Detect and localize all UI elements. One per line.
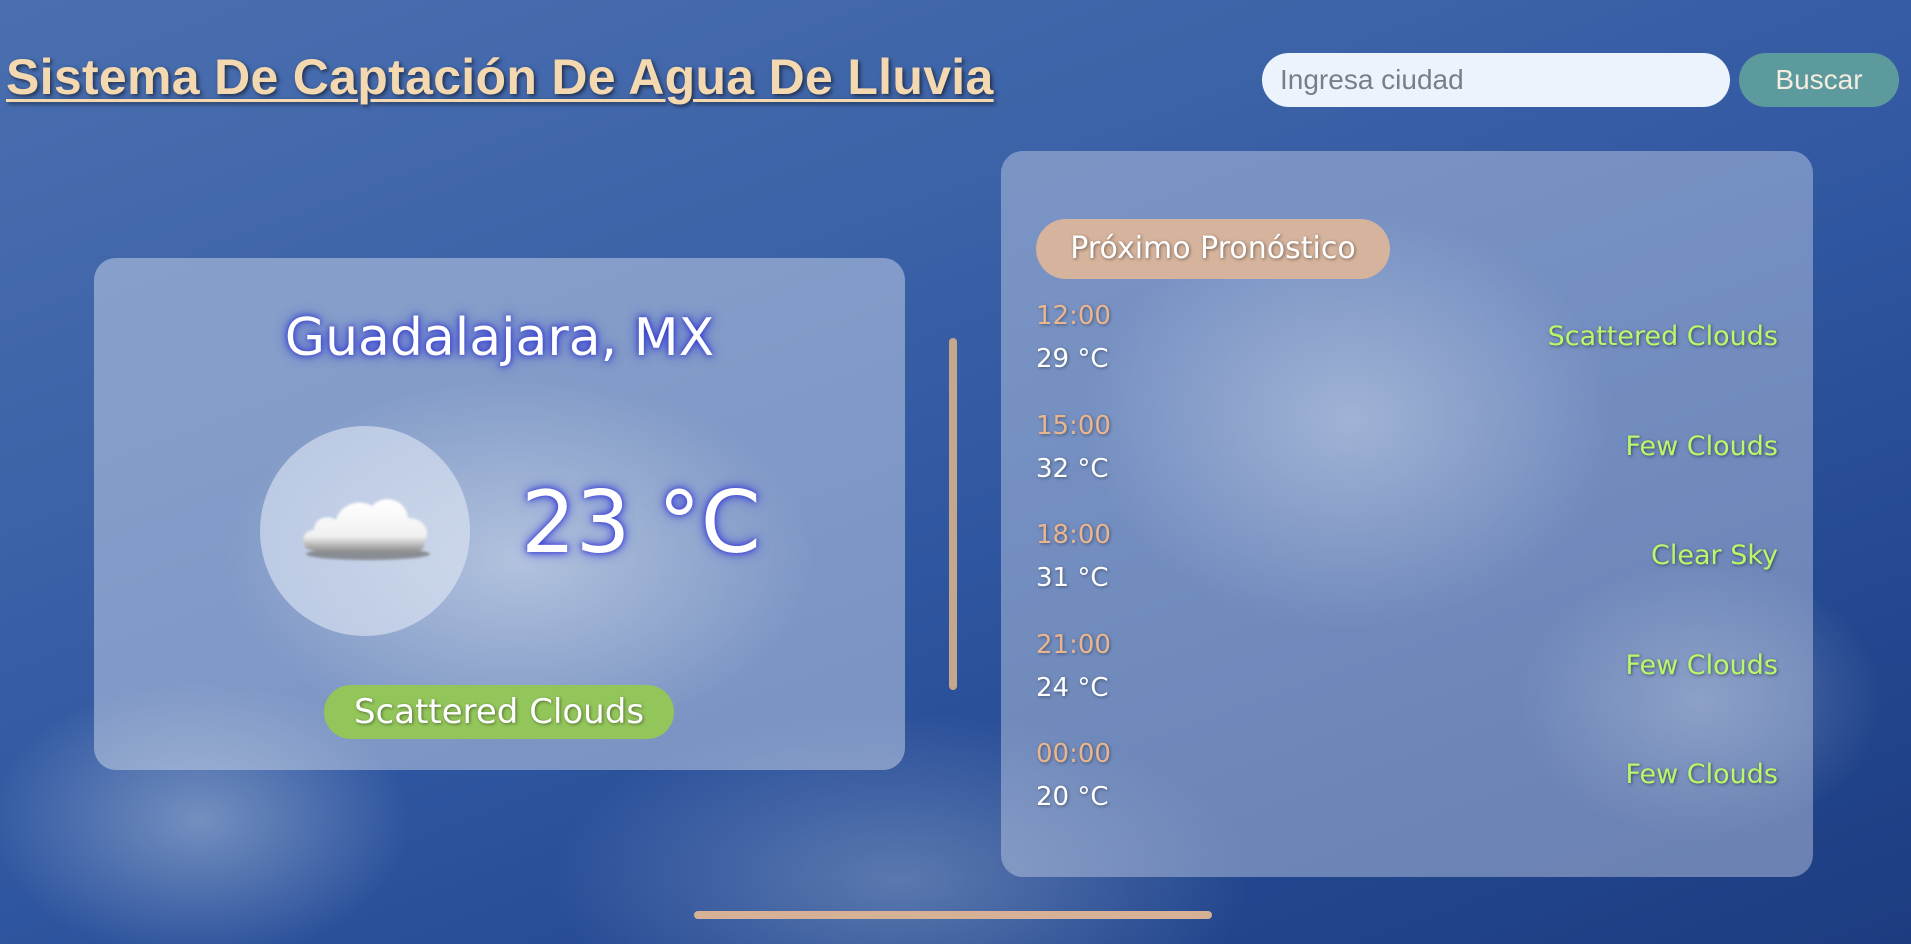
weather-icon-circle <box>260 426 470 636</box>
forecast-item: 15:00 32 °C Few Clouds <box>1036 411 1778 521</box>
search-button[interactable]: Buscar <box>1739 53 1899 107</box>
forecast-time: 15:00 <box>1036 410 1111 441</box>
forecast-description: Few Clouds <box>1625 649 1778 681</box>
forecast-description: Clear Sky <box>1651 540 1778 571</box>
forecast-time: 21:00 <box>1036 629 1111 660</box>
forecast-time: 18:00 <box>1036 520 1111 550</box>
city-search-input[interactable] <box>1262 53 1730 107</box>
page-title: Sistema De Captación De Agua De Lluvia <box>6 49 994 105</box>
current-weather-card: Guadalajara, MX 23 °C Scattered Clouds <box>94 258 905 770</box>
forecast-header: Próximo Pronóstico <box>1036 219 1390 279</box>
forecast-card: Próximo Pronóstico 12:00 29 °C Scattered… <box>1001 151 1813 877</box>
forecast-description: Scattered Clouds <box>1547 321 1778 352</box>
forecast-temperature: 24 °C <box>1036 672 1109 703</box>
forecast-description: Few Clouds <box>1625 759 1778 790</box>
city-name: Guadalajara, MX <box>284 308 715 368</box>
current-temperature: 23 °C <box>521 473 761 573</box>
forecast-item: 12:00 29 °C Scattered Clouds <box>1036 301 1778 411</box>
forecast-item: 21:00 24 °C Few Clouds <box>1036 630 1778 740</box>
forecast-description: Few Clouds <box>1625 430 1778 462</box>
forecast-time: 12:00 <box>1036 301 1111 331</box>
weather-description-badge: Scattered Clouds <box>324 685 674 739</box>
forecast-temperature: 31 °C <box>1036 563 1109 593</box>
forecast-item: 18:00 31 °C Clear Sky <box>1036 520 1778 630</box>
cloud-icon <box>303 499 430 560</box>
forecast-temperature: 32 °C <box>1036 453 1109 484</box>
horizontal-scrollbar[interactable] <box>694 911 1212 919</box>
forecast-temperature: 20 °C <box>1036 782 1109 812</box>
forecast-temperature: 29 °C <box>1036 344 1109 374</box>
forecast-list: 12:00 29 °C Scattered Clouds 15:00 32 °C… <box>1036 301 1778 849</box>
forecast-time: 00:00 <box>1036 739 1111 769</box>
forecast-item: 00:00 20 °C Few Clouds <box>1036 739 1778 849</box>
vertical-scrollbar[interactable] <box>949 338 957 690</box>
